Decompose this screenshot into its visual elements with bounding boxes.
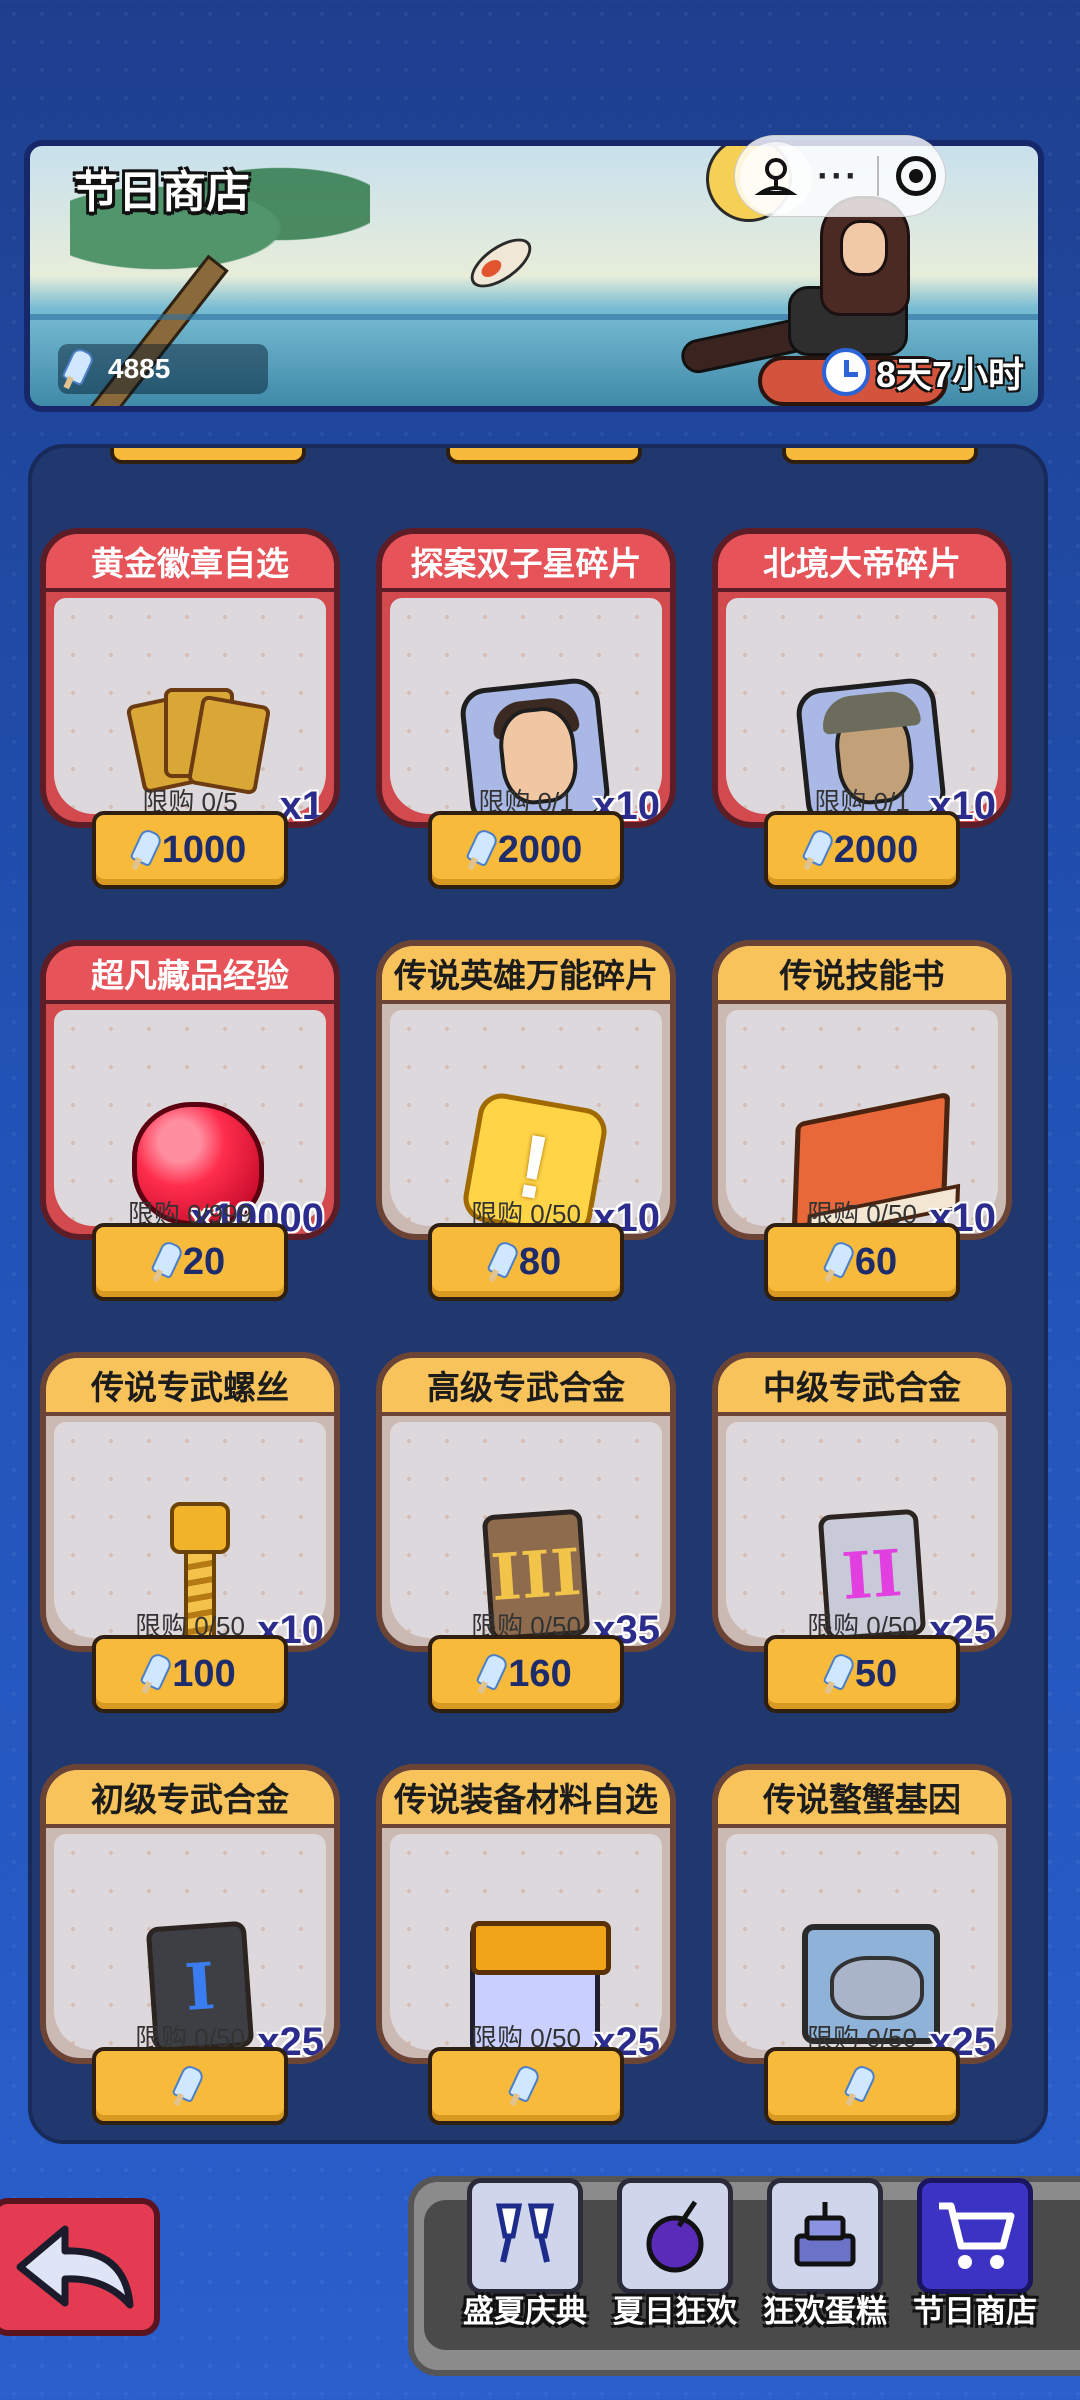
nav-tab-label: 狂欢蛋糕 — [763, 2294, 887, 2329]
price-button-partial[interactable] — [782, 448, 978, 464]
item-name: 传说螯蟹基因 — [718, 1770, 1006, 1828]
item-name: 北境大帝碎片 — [718, 534, 1006, 592]
item-name: 黄金徽章自选 — [46, 534, 334, 592]
shop-item-card[interactable]: 传说螯蟹基因 x25 限购 0/50 — [712, 1764, 1012, 2125]
shopping-cart-icon — [917, 2178, 1033, 2294]
price-value: 80 — [518, 1240, 562, 1283]
shop-item-card[interactable]: 传说专武螺丝 x10 限购 0/50 100 — [40, 1352, 340, 1713]
card-frame: 中级专武合金 II x25 限购 0/50 — [712, 1352, 1012, 1652]
timer-text: 8天7小时 — [875, 354, 1024, 395]
shop-grid[interactable]: 黄金徽章自选 x1 限购 0/5 1000 探案双子星碎片 x10 限购 0/1 2000 北境… — [28, 444, 1048, 2144]
price-value: 60 — [854, 1240, 898, 1283]
card-frame: 传说技能书 x10 限购 0/50 — [712, 940, 1012, 1240]
buy-button[interactable]: 2000 — [764, 811, 960, 889]
card-frame: 初级专武合金 Ix25 限购 0/50 — [40, 1764, 340, 2064]
coconut-drink-icon — [617, 2178, 733, 2294]
popsicle-icon — [840, 2063, 874, 2109]
popsicle-icon — [462, 827, 496, 873]
koi-fish-illustration — [462, 228, 540, 298]
shop-item-card[interactable]: 中级专武合金 II x25 限购 0/50 50 — [712, 1352, 1012, 1713]
card-frame: 高级专武合金 III x35 限购 0/50 — [376, 1352, 676, 1652]
price-value: 2000 — [833, 828, 919, 871]
price-button-partial[interactable] — [446, 448, 642, 464]
buy-button[interactable] — [428, 2047, 624, 2125]
buy-button[interactable]: 20 — [92, 1223, 288, 1301]
popsicle-icon — [819, 1239, 853, 1285]
card-frame: 传说英雄万能碎片x10限购 0/50 — [376, 940, 676, 1240]
capsule-divider — [876, 156, 879, 196]
card-frame: 黄金徽章自选 x1 限购 0/5 — [40, 528, 340, 828]
nav-tab-label: 节日商店 — [913, 2294, 1037, 2329]
popsicle-icon — [472, 1651, 506, 1697]
cheers-glasses-icon — [467, 2178, 583, 2294]
shop-item-card[interactable]: 超凡藏品经验 x10000 限购 0/999 20 — [40, 940, 340, 1301]
item-name: 超凡藏品经验 — [46, 946, 334, 1004]
back-button[interactable] — [0, 2198, 160, 2336]
item-name: 探案双子星碎片 — [382, 534, 670, 592]
buy-button[interactable]: 2000 — [428, 811, 624, 889]
page-title: 节日商店 — [74, 168, 250, 217]
shop-item-card[interactable]: 高级专武合金 III x35 限购 0/50 160 — [376, 1352, 676, 1713]
buy-button[interactable]: 160 — [428, 1635, 624, 1713]
buy-button[interactable] — [92, 2047, 288, 2125]
shop-item-card[interactable]: 探案双子星碎片 x10 限购 0/1 2000 — [376, 528, 676, 889]
currency-display[interactable]: 4885 — [58, 344, 268, 394]
currency-value: 4885 — [108, 353, 171, 384]
nav-tab-label: 夏日狂欢 — [613, 2294, 737, 2329]
back-arrow-icon — [16, 2225, 134, 2309]
shop-item-card[interactable]: 初级专武合金 Ix25 限购 0/50 — [40, 1764, 340, 2125]
price-value: 50 — [854, 1652, 898, 1695]
price-button-partial[interactable] — [110, 448, 306, 464]
shop-item-card[interactable]: 传说技能书 x10 限购 0/50 60 — [712, 940, 1012, 1301]
card-frame: 传说螯蟹基因 x25 限购 0/50 — [712, 1764, 1012, 2064]
card-frame: 传说装备材料自选 x25 限购 0/50 — [376, 1764, 676, 2064]
buy-button[interactable]: 60 — [764, 1223, 960, 1301]
popsicle-icon — [136, 1651, 170, 1697]
price-value: 1000 — [161, 828, 247, 871]
item-name: 传说英雄万能碎片 — [382, 946, 670, 1004]
item-name: 初级专武合金 — [46, 1770, 334, 1828]
popsicle-icon — [58, 346, 92, 392]
price-value: 160 — [508, 1652, 572, 1695]
buy-button[interactable] — [764, 2047, 960, 2125]
card-frame: 传说专武螺丝 x10 限购 0/50 — [40, 1352, 340, 1652]
joystick-icon[interactable] — [740, 142, 812, 214]
popsicle-icon — [798, 827, 832, 873]
nav-tab-label: 盛夏庆典 — [463, 2294, 587, 2329]
price-value: 2000 — [497, 828, 583, 871]
buy-button[interactable]: 50 — [764, 1635, 960, 1713]
shop-item-card[interactable]: 传说英雄万能碎片x10限购 0/5080 — [376, 940, 676, 1301]
card-frame: 超凡藏品经验 x10000 限购 0/999 — [40, 940, 340, 1240]
buy-button[interactable]: 1000 — [92, 811, 288, 889]
shop-item-card[interactable]: 北境大帝碎片 x10 限购 0/1 2000 — [712, 528, 1012, 889]
popsicle-icon — [126, 827, 160, 873]
buy-button[interactable]: 100 — [92, 1635, 288, 1713]
more-menu-button[interactable]: ··· — [817, 155, 859, 197]
item-name: 高级专武合金 — [382, 1358, 670, 1416]
card-frame: 探案双子星碎片 x10 限购 0/1 — [376, 528, 676, 828]
shop-item-card[interactable]: 传说装备材料自选 x25 限购 0/50 — [376, 1764, 676, 2125]
shop-item-card[interactable]: 黄金徽章自选 x1 限购 0/5 1000 — [40, 528, 340, 889]
popsicle-icon — [504, 2063, 538, 2109]
item-name: 传说技能书 — [718, 946, 1006, 1004]
popsicle-icon — [819, 1651, 853, 1697]
price-value: 20 — [182, 1240, 226, 1283]
item-name: 传说装备材料自选 — [382, 1770, 670, 1828]
item-name: 中级专武合金 — [718, 1358, 1006, 1416]
item-name: 传说专武螺丝 — [46, 1358, 334, 1416]
popsicle-icon — [483, 1239, 517, 1285]
popsicle-icon — [147, 1239, 181, 1285]
popsicle-icon — [168, 2063, 202, 2109]
clock-icon — [821, 348, 870, 396]
close-miniprogram-button[interactable] — [896, 156, 937, 196]
event-timer: 8天7小时 — [821, 346, 1024, 398]
price-value: 100 — [172, 1652, 236, 1695]
cake-icon — [767, 2178, 883, 2294]
buy-button[interactable]: 80 — [428, 1223, 624, 1301]
card-frame: 北境大帝碎片 x10 限购 0/1 — [712, 528, 1012, 828]
